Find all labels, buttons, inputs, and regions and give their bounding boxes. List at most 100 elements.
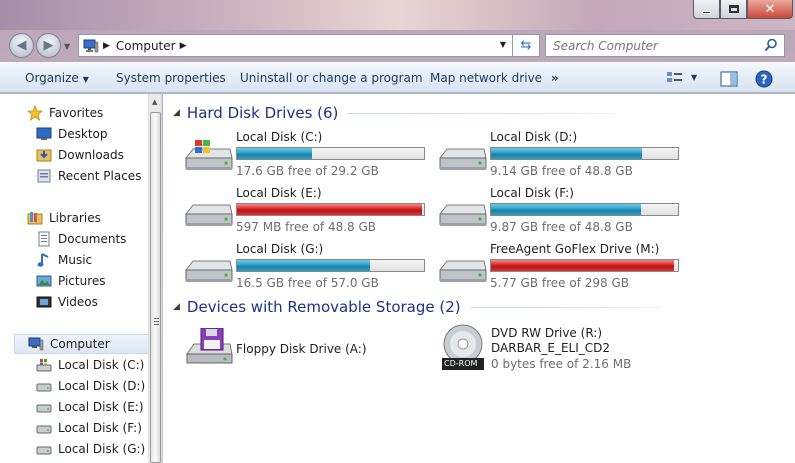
floppy-drive-item[interactable]: Floppy Disk Drive (A:) [184,328,434,386]
dvd-drive-item[interactable]: CD-ROM DVD RW Drive (R:) DARBAR_E_ELI_CD… [439,324,699,374]
nav-recent-places[interactable]: Recent Places [36,166,141,186]
system-properties-button[interactable]: System properties [116,71,226,85]
drive-item[interactable]: Local Disk (F:) 9.87 GB free of 48.8 GB [438,186,688,242]
chevron-down-icon: ▼ [82,75,89,84]
maximize-button[interactable] [720,0,747,19]
nav-drive-g[interactable]: Local Disk (G:) [36,439,145,459]
star-icon [26,104,44,121]
nav-favorites[interactable]: Favorites [26,103,104,123]
drive-usage-bar [236,203,425,216]
drive-usage-bar [490,203,679,216]
drive-item[interactable]: FreeAgent GoFlex Drive (M:) 5.77 GB free … [438,242,688,298]
nav-drive-label: Local Disk (C:) [58,358,145,372]
floppy-drive-icon [186,328,233,364]
nav-drive-label: Local Disk (G:) [58,442,146,456]
videos-icon [36,294,52,310]
close-button[interactable]: ✕ [747,0,793,19]
nav-music[interactable]: Music [36,250,92,270]
collapse-triangle-icon[interactable]: ◢ [173,108,180,118]
hard-drive-icon [184,204,233,226]
nav-downloads-label: Downloads [58,148,124,162]
nav-videos-label: Videos [58,295,98,309]
drive-free-space: 597 MB free of 48.8 GB [236,220,377,234]
nav-desktop-label: Desktop [58,127,108,141]
nav-libraries[interactable]: Libraries [27,208,101,228]
pictures-icon [36,273,52,289]
refresh-button[interactable]: ⇆ [513,34,540,57]
change-view-icon[interactable] [666,71,684,86]
forward-arrow-icon: ▶ [43,38,54,53]
drive-usage-fill [491,260,675,271]
drive-item[interactable]: Local Disk (D:) 9.14 GB free of 48.8 GB [438,130,688,186]
drive-usage-fill [237,204,423,215]
nav-downloads[interactable]: Downloads [36,145,124,165]
drive-item[interactable]: Local Disk (G:) 16.5 GB free of 57.0 GB [184,242,434,298]
content-pane: ◢ Hard Disk Drives (6) Local Disk (C:) 17… [163,94,795,463]
nav-scrollbar[interactable]: ▲ [148,94,161,463]
libraries-icon [27,210,43,226]
minimize-button[interactable] [693,0,720,19]
maximize-icon [728,5,739,13]
group-divider [348,112,617,114]
drive-free-space: 5.77 GB free of 298 GB [490,276,629,290]
close-icon: ✕ [764,1,776,17]
window-title-bar: ✕ [0,0,795,30]
drive-usage-fill [237,148,312,159]
preview-pane-icon[interactable] [720,71,738,87]
documents-icon [36,231,52,247]
music-note-icon [36,252,52,268]
minimize-icon [702,10,711,14]
drive-usage-fill [491,148,643,159]
breadcrumb-arrow-icon[interactable]: ▶ [103,41,110,51]
recent-pages-dropdown[interactable]: ▼ [64,42,70,51]
nav-drive-d[interactable]: Local Disk (D:) [36,376,145,396]
group-title: Hard Disk Drives (6) [186,104,339,122]
drive-free-space: 9.14 GB free of 48.8 GB [490,164,633,178]
search-icon[interactable] [764,38,778,52]
drive-free-space: 0 bytes free of 2.16 MB [491,357,632,371]
view-options-dropdown[interactable]: ▼ [691,73,697,82]
nav-computer-label: Computer [50,337,110,351]
uninstall-program-button[interactable]: Uninstall or change a program [240,71,423,85]
address-row: ◀ ▶ ▼ ▶ Computer ▶ ▼ ⇆ [0,30,795,60]
drive-name: Local Disk (D:) [490,130,578,144]
nav-drive-label: Local Disk (F:) [58,421,142,435]
drive-name: DVD RW Drive (R:) [491,326,603,340]
nav-documents[interactable]: Documents [36,229,126,249]
breadcrumb-computer[interactable]: Computer [116,39,176,53]
nav-favorites-label: Favorites [49,106,104,120]
drive-name: Local Disk (F:) [490,186,574,200]
scrollbar-thumb[interactable] [150,112,161,463]
drive-usage-fill [491,204,641,215]
drive-free-space: 17.6 GB free of 29.2 GB [236,164,379,178]
address-bar[interactable]: ▶ Computer ▶ ▼ [78,34,513,57]
drive-item[interactable]: Local Disk (C:) 17.6 GB free of 29.2 GB [184,130,434,186]
address-history-dropdown[interactable]: ▼ [500,40,506,49]
scroll-up-icon[interactable]: ▲ [152,98,157,106]
nav-drive-e[interactable]: Local Disk (E:) [36,397,144,417]
back-button[interactable]: ◀ [9,33,34,58]
nav-pictures[interactable]: Pictures [36,271,106,291]
drive-name: Local Disk (E:) [236,186,322,200]
nav-drive-f[interactable]: Local Disk (F:) [36,418,142,438]
group-hard-disk-drives[interactable]: ◢ Hard Disk Drives (6) [173,104,617,122]
windows-drive-icon [184,140,233,170]
search-input[interactable] [546,35,756,56]
organize-menu[interactable]: Organize ▼ [25,71,89,85]
refresh-icon: ⇆ [520,38,532,53]
collapse-triangle-icon[interactable]: ◢ [173,302,180,312]
nav-desktop[interactable]: Desktop [36,124,108,144]
nav-computer[interactable]: Computer [14,334,161,354]
help-icon[interactable]: ? [755,70,773,88]
nav-drive-c[interactable]: Local Disk (C:) [36,355,144,375]
search-box[interactable] [545,34,785,57]
hard-drive-icon [36,441,52,457]
more-commands-button[interactable]: » [551,71,559,85]
forward-button[interactable]: ▶ [36,33,61,58]
drive-item[interactable]: Local Disk (E:) 597 MB free of 48.8 GB [184,186,434,242]
nav-libraries-label: Libraries [49,211,101,225]
nav-videos[interactable]: Videos [36,292,98,312]
map-network-drive-button[interactable]: Map network drive [430,71,542,85]
group-removable-storage[interactable]: ◢ Devices with Removable Storage (2) [173,298,661,316]
breadcrumb-arrow-icon[interactable]: ▶ [180,41,187,51]
